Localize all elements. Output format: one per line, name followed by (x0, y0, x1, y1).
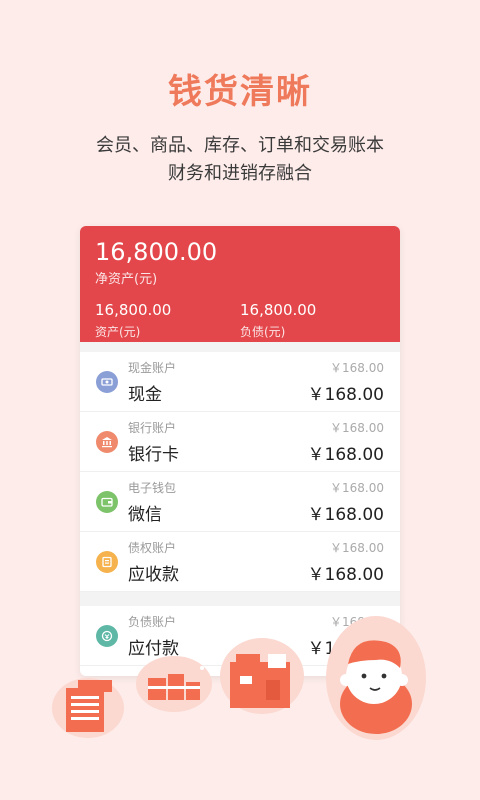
account-row-wallet[interactable]: 电子钱包 微信 ￥168.00 ￥168.00 (80, 472, 400, 532)
account-name: 现金 (128, 384, 162, 405)
section-divider (80, 592, 400, 606)
account-balance-small: ￥168.00 (330, 480, 384, 495)
account-type: 电子钱包 (128, 480, 177, 495)
account-balance-small: ￥168.00 (330, 614, 384, 629)
account-row-payable[interactable]: 负债账户 应付款 ￥168.00 ￥168.00 (80, 606, 400, 666)
wallet-icon (96, 490, 118, 513)
liability-accounts-list: 负债账户 应付款 ￥168.00 ￥168.00 (80, 606, 400, 666)
account-balance-small: ￥168.00 (330, 420, 384, 435)
accounts-card: 16,800.00 净资产(元) 16,800.00 资产(元) 16,800.… (80, 226, 400, 676)
account-type: 现金账户 (128, 360, 177, 375)
account-balance-small: ￥168.00 (330, 360, 384, 375)
summary-header[interactable]: 16,800.00 净资产(元) 16,800.00 资产(元) 16,800.… (80, 226, 400, 342)
account-name: 应付款 (128, 638, 179, 659)
liabilities-summary: 16,800.00 负债(元) (240, 301, 385, 340)
hero-subtitle: 会员、商品、库存、订单和交易账本 财务和进销存融合 (0, 132, 480, 188)
document-illustration (52, 678, 124, 738)
account-balance: ￥168.00 (307, 384, 384, 405)
account-row-bank[interactable]: 银行账户 银行卡 ￥168.00 ￥168.00 (80, 412, 400, 472)
bank-icon (96, 430, 118, 453)
hero-title: 钱货清晰 (168, 72, 312, 112)
account-balance: ￥168.00 (307, 638, 384, 659)
account-name: 应收款 (128, 564, 179, 585)
assets-summary: 16,800.00 资产(元) (95, 301, 240, 340)
account-name: 微信 (128, 504, 162, 525)
receivable-icon (96, 550, 118, 573)
net-assets-label: 净资产(元) (95, 272, 158, 287)
net-assets-value: 16,800.00 (95, 238, 218, 266)
account-balance: ￥168.00 (307, 504, 384, 525)
asset-accounts-list: 现金账户 现金 ￥168.00 ￥168.00 银行账户 银行卡 ￥168.00… (80, 352, 400, 592)
payable-icon (96, 624, 118, 647)
liabilities-label: 负债(元) (240, 325, 286, 339)
account-balance-small: ￥168.00 (330, 540, 384, 555)
section-divider (80, 342, 400, 352)
account-balance: ￥168.00 (307, 444, 384, 465)
account-row-receivable[interactable]: 债权账户 应收款 ￥168.00 ￥168.00 (80, 532, 400, 592)
account-row-cash[interactable]: 现金账户 现金 ￥168.00 ￥168.00 (80, 352, 400, 412)
assets-value: 16,800.00 (95, 301, 172, 319)
account-balance: ￥168.00 (307, 564, 384, 585)
account-type: 债权账户 (128, 540, 177, 555)
account-type: 银行账户 (128, 420, 177, 435)
hero-subtitle-line2: 财务和进销存融合 (168, 163, 312, 184)
account-type: 负债账户 (128, 614, 177, 629)
cash-icon (96, 370, 118, 393)
account-name: 银行卡 (128, 444, 179, 465)
liabilities-value: 16,800.00 (240, 301, 317, 319)
hero-subtitle-line1: 会员、商品、库存、订单和交易账本 (96, 135, 384, 156)
assets-label: 资产(元) (95, 325, 141, 339)
